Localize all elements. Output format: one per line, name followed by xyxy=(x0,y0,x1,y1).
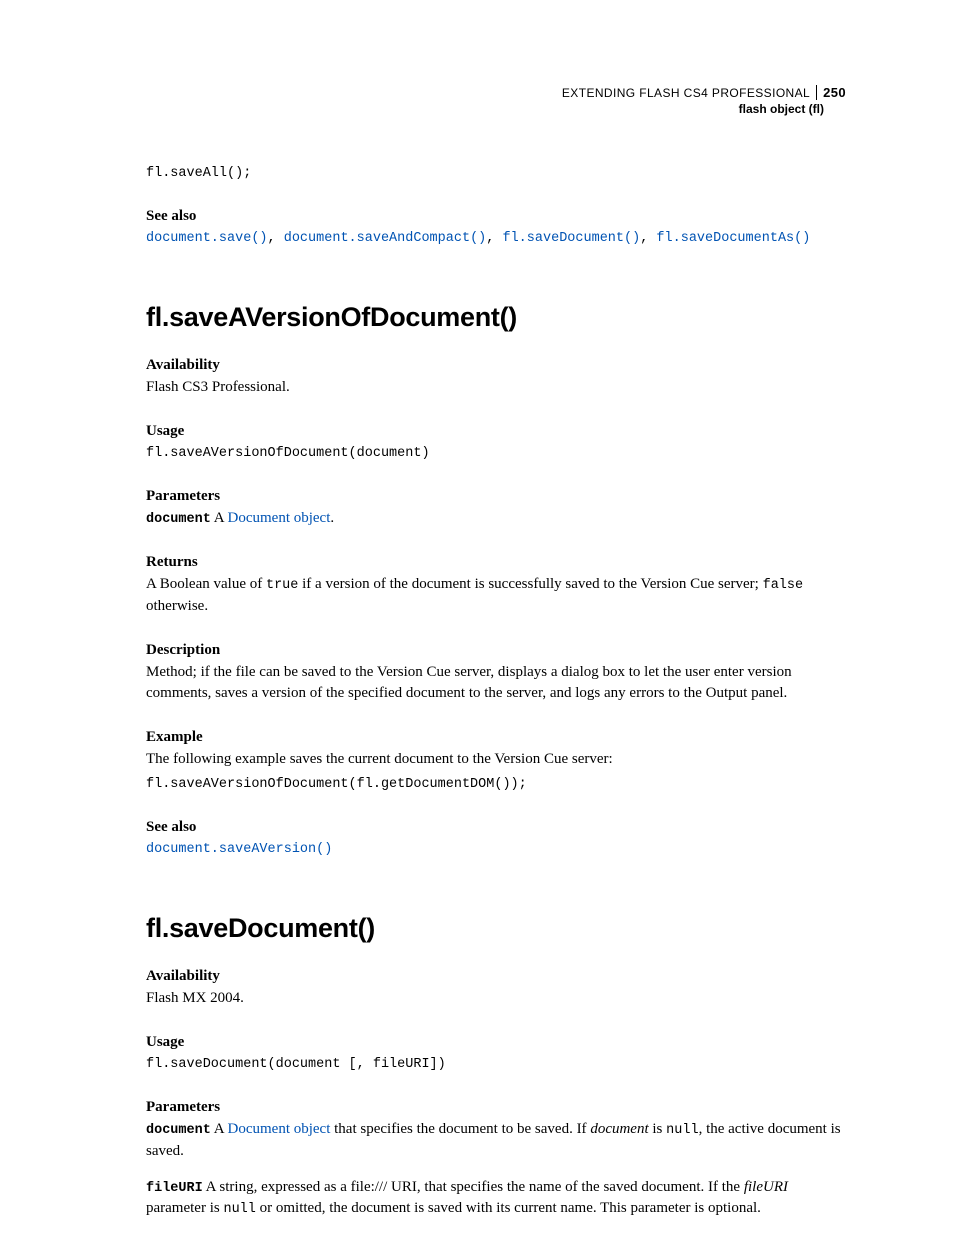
param-intro: A xyxy=(211,510,228,526)
section-title-saveaversionofdocument: fl.saveAVersionOfDocument() xyxy=(146,302,846,333)
p2-mid: parameter is xyxy=(146,1200,223,1216)
p1-mid: that specifies the document to be saved.… xyxy=(330,1121,590,1137)
parameter-document-2: document A Document object that specifie… xyxy=(146,1119,846,1163)
p1-null: null xyxy=(666,1123,698,1138)
p1-italic: document xyxy=(590,1121,648,1137)
header-top: EXTENDING FLASH CS4 PROFESSIONAL 250 xyxy=(146,85,846,100)
returns-pre: A Boolean value of xyxy=(146,576,266,592)
p2-null: null xyxy=(223,1202,255,1217)
link-separator: , xyxy=(268,231,284,246)
link-document-object-2[interactable]: Document object xyxy=(228,1121,331,1137)
parameter-fileuri: fileURI A string, expressed as a file://… xyxy=(146,1177,846,1221)
description-text: Method; if the file can be saved to the … xyxy=(146,662,846,706)
page: EXTENDING FLASH CS4 PROFESSIONAL 250 fla… xyxy=(0,0,954,1235)
returns-text: A Boolean value of true if a version of … xyxy=(146,574,846,618)
see-also-links: document.save(), document.saveAndCompact… xyxy=(146,228,846,246)
page-number: 250 xyxy=(816,85,846,100)
availability-text-2: Flash MX 2004. xyxy=(146,988,846,1010)
see-also-links-2: document.saveAVersion() xyxy=(146,839,846,857)
returns-true: true xyxy=(266,578,298,593)
description-heading: Description xyxy=(146,642,846,659)
link-separator: , xyxy=(640,231,656,246)
p2-italic: fileURI xyxy=(744,1179,788,1195)
code-saveall: fl.saveAll(); xyxy=(146,164,846,184)
see-also-heading: See also xyxy=(146,208,846,225)
param-end: . xyxy=(330,510,334,526)
param-name-document-2: document xyxy=(146,1123,211,1138)
usage-heading-2: Usage xyxy=(146,1034,846,1051)
link-fl-savedocumentas[interactable]: fl.saveDocumentAs() xyxy=(656,231,810,246)
header-subtitle: flash object (fl) xyxy=(146,102,824,116)
link-document-object[interactable]: Document object xyxy=(228,510,331,526)
usage-code: fl.saveAVersionOfDocument(document) xyxy=(146,444,846,464)
p2-intro: A string, expressed as a file:/// URI, t… xyxy=(203,1179,744,1195)
availability-heading: Availability xyxy=(146,357,846,374)
example-text: The following example saves the current … xyxy=(146,749,846,771)
usage-heading: Usage xyxy=(146,423,846,440)
availability-text: Flash CS3 Professional. xyxy=(146,377,846,399)
returns-end: otherwise. xyxy=(146,598,208,614)
link-fl-savedocument[interactable]: fl.saveDocument() xyxy=(502,231,640,246)
parameter-document: document A Document object. xyxy=(146,508,846,530)
availability-heading-2: Availability xyxy=(146,968,846,985)
link-document-saveandcompact[interactable]: document.saveAndCompact() xyxy=(284,231,487,246)
param-name-document: document xyxy=(146,512,211,527)
header-title: EXTENDING FLASH CS4 PROFESSIONAL xyxy=(562,86,810,100)
section-title-savedocument: fl.saveDocument() xyxy=(146,913,846,944)
parameters-heading: Parameters xyxy=(146,488,846,505)
p1-intro: A xyxy=(211,1121,228,1137)
example-code: fl.saveAVersionOfDocument(fl.getDocument… xyxy=(146,775,846,795)
p1-mid2: is xyxy=(649,1121,667,1137)
returns-false: false xyxy=(763,578,804,593)
page-header: EXTENDING FLASH CS4 PROFESSIONAL 250 fla… xyxy=(146,85,846,116)
returns-heading: Returns xyxy=(146,554,846,571)
returns-mid: if a version of the document is successf… xyxy=(298,576,762,592)
link-separator: , xyxy=(486,231,502,246)
p2-end: or omitted, the document is saved with i… xyxy=(256,1200,761,1216)
link-document-saveaversion[interactable]: document.saveAVersion() xyxy=(146,842,332,857)
parameters-heading-2: Parameters xyxy=(146,1099,846,1116)
example-heading: Example xyxy=(146,729,846,746)
usage-code-2: fl.saveDocument(document [, fileURI]) xyxy=(146,1055,846,1075)
param-name-fileuri: fileURI xyxy=(146,1181,203,1196)
link-document-save[interactable]: document.save() xyxy=(146,231,268,246)
see-also-heading-2: See also xyxy=(146,819,846,836)
